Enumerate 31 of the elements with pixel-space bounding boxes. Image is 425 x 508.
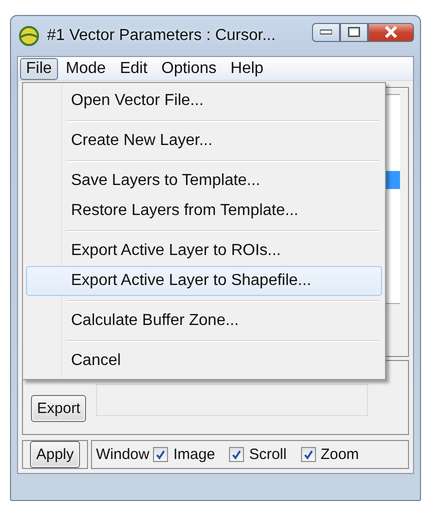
menu-bar-item[interactable]: Mode (60, 58, 112, 80)
menu-item[interactable]: Open Vector File... (26, 86, 382, 116)
apply-button[interactable]: Apply (30, 441, 80, 468)
app-globe-icon (19, 26, 39, 46)
window-title: #1 Vector Parameters : Cursor... (47, 27, 276, 45)
menu-item[interactable]: Export Active Layer to Shapefile... (26, 266, 382, 296)
menu-item[interactable]: Save Layers to Template... (26, 166, 382, 196)
menu-item[interactable]: Calculate Buffer Zone... (26, 306, 382, 336)
menu-item[interactable]: Create New Layer... (26, 126, 382, 156)
close-button[interactable] (368, 22, 414, 42)
window-label: Window (96, 446, 150, 463)
checkbox-label: Image (173, 446, 216, 463)
close-icon (384, 26, 398, 38)
checkbox[interactable] (300, 447, 316, 462)
menu-item[interactable]: Export Active Layer to ROIs... (26, 236, 382, 266)
menu-bar-item[interactable]: File (20, 58, 58, 80)
menu-bar-item[interactable]: Options (155, 58, 223, 80)
location-field[interactable] (96, 384, 368, 416)
menu-item[interactable]: Restore Layers from Template... (26, 196, 382, 226)
menu-bar-item[interactable]: Edit (114, 58, 154, 80)
minimize-icon (320, 29, 332, 35)
export-button[interactable]: Export (31, 395, 86, 422)
maximize-icon (348, 27, 360, 37)
minimize-button[interactable] (312, 22, 340, 42)
menu-bar-item[interactable]: Help (224, 58, 270, 80)
checkbox-label: Zoom (320, 446, 359, 463)
checkbox-label: Scroll (249, 446, 287, 463)
checkbox[interactable] (229, 447, 244, 462)
checkbox[interactable] (153, 447, 168, 462)
maximize-button[interactable] (340, 22, 368, 42)
menu-item[interactable]: Cancel (26, 346, 382, 376)
